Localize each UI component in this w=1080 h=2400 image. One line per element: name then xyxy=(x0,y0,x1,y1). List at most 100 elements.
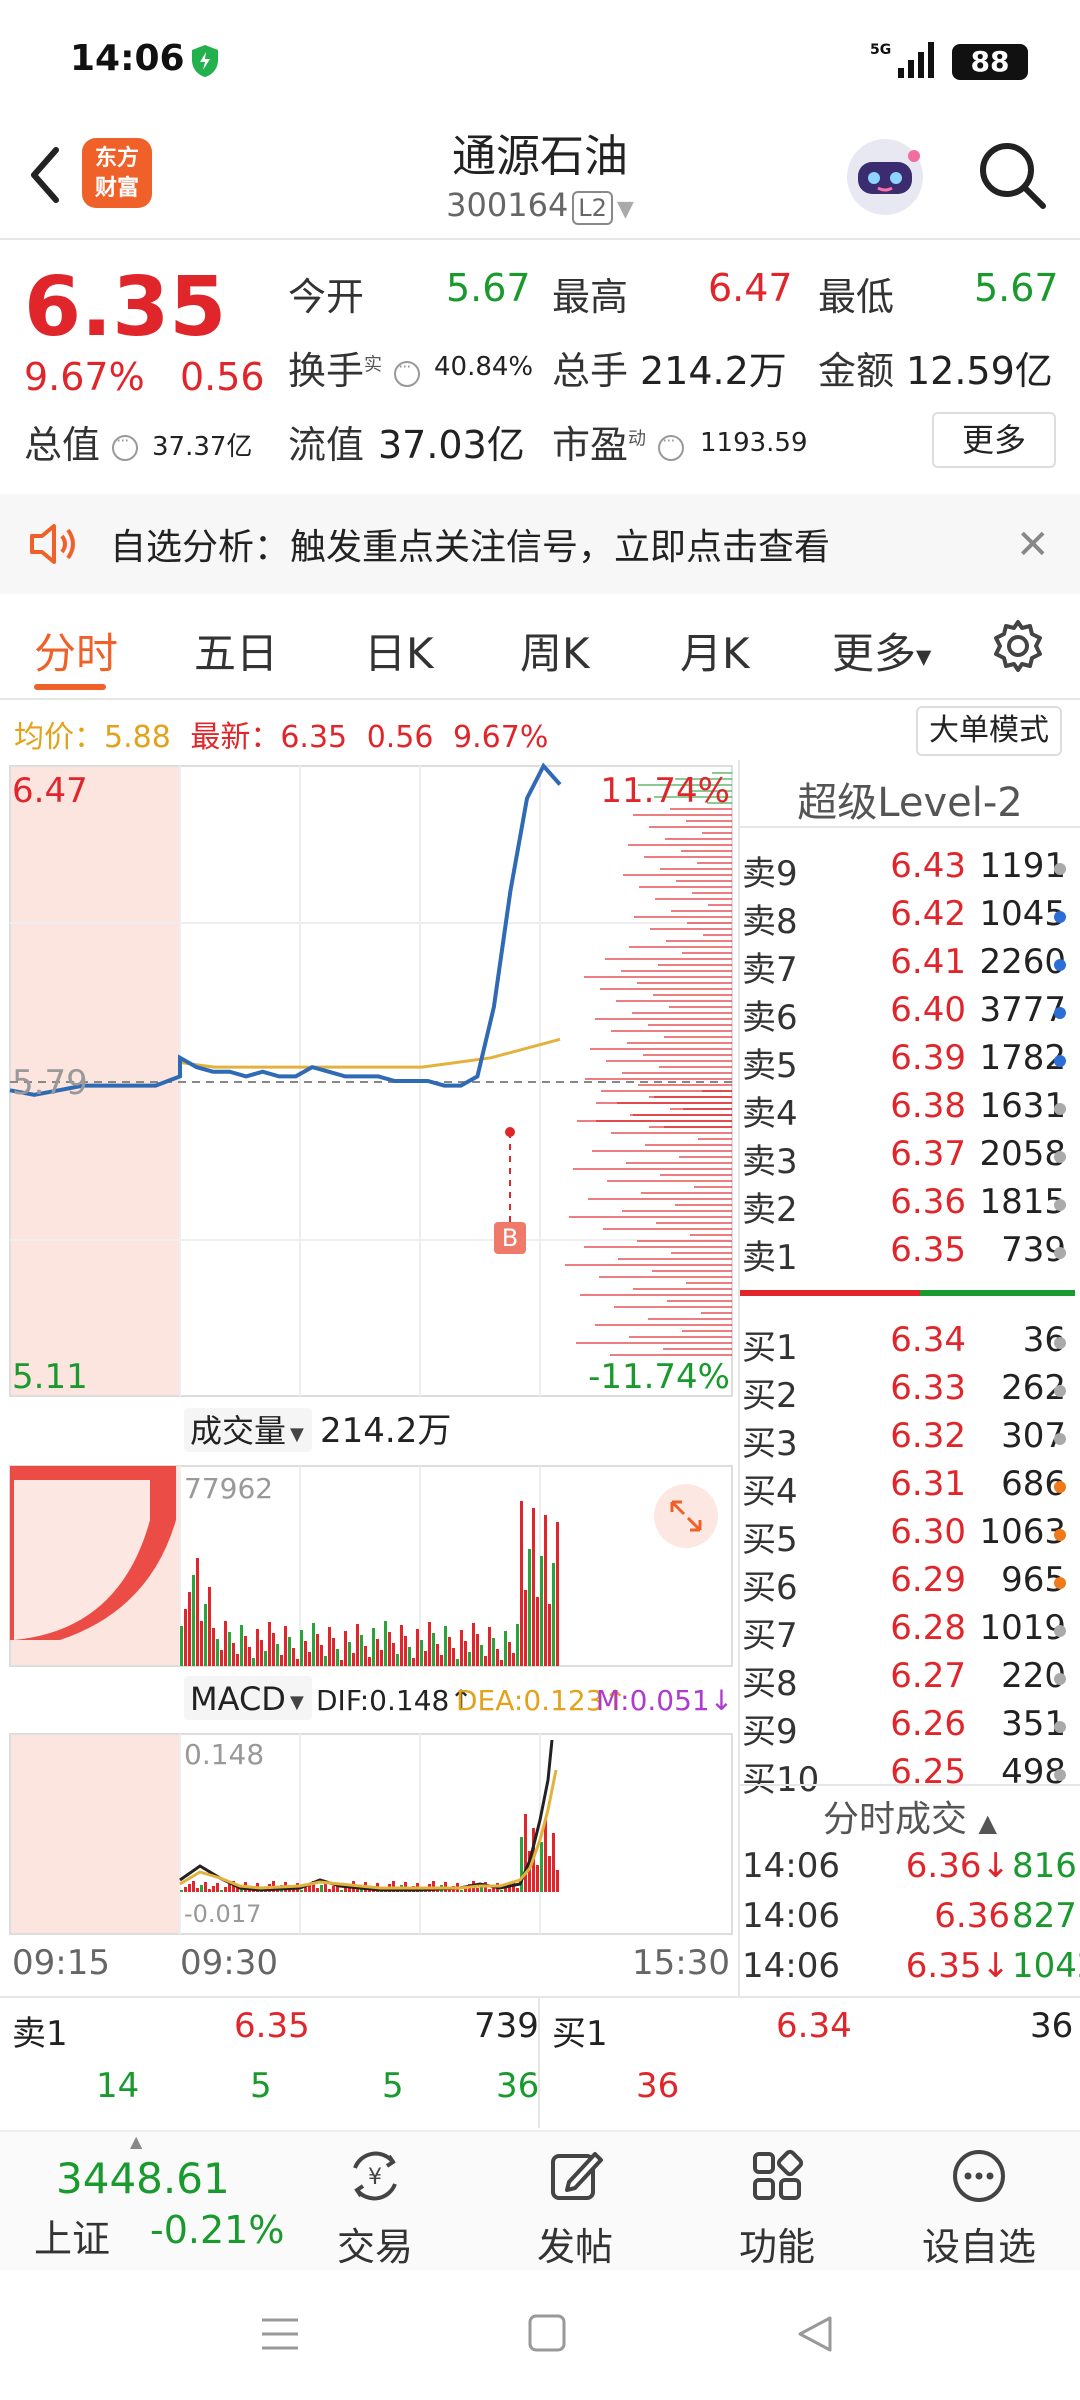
amount-value: 12.59亿 xyxy=(906,349,1053,393)
buy-level-row[interactable]: 买1 6.34 36 xyxy=(740,1320,1080,1368)
depth-bar xyxy=(648,1024,732,1026)
depth-bar xyxy=(634,916,732,918)
sell-level-row[interactable]: 卖3 6.37 2058 xyxy=(740,1134,1080,1182)
depth-bar xyxy=(599,1276,732,1278)
macd-bar xyxy=(340,1890,343,1892)
depth-bar xyxy=(633,814,732,816)
more-button[interactable]: 更多 xyxy=(932,412,1056,468)
tab-weekly-k[interactable]: 周K xyxy=(520,620,590,681)
depth-bar xyxy=(595,1018,732,1020)
sell-level-volume: 1191 xyxy=(979,846,1066,886)
back-icon[interactable] xyxy=(20,140,70,210)
sell-level-row[interactable]: 卖7 6.41 2260 xyxy=(740,942,1080,990)
volume-bar xyxy=(320,1645,323,1666)
functions-label: 功能 xyxy=(738,2225,815,2269)
strip-buy-label: 买1 xyxy=(552,2014,608,2054)
high-value: 6.47 xyxy=(708,266,793,310)
index-value[interactable]: 3448.61 xyxy=(56,2154,230,2203)
buy-level-row[interactable]: 买2 6.33 262 xyxy=(740,1368,1080,1416)
volume-bar xyxy=(244,1636,247,1666)
post-button[interactable]: 发帖 xyxy=(500,2146,650,2271)
buy-marker-label: B xyxy=(502,1224,518,1252)
index-change[interactable]: -0.21% xyxy=(150,2208,284,2252)
stock-code-row[interactable]: 300164 L2 ▼ xyxy=(340,186,740,225)
order-dot-icon xyxy=(1054,959,1066,971)
depth-bar xyxy=(655,898,732,900)
signal-icon: 5G xyxy=(870,42,934,78)
tick-time: 14:06 xyxy=(742,1846,840,1886)
index-name[interactable]: 上证 xyxy=(34,2208,110,2263)
depth-bar xyxy=(658,964,732,966)
buy-level-row[interactable]: 买7 6.28 1019 xyxy=(740,1608,1080,1656)
close-icon[interactable]: ✕ xyxy=(1016,522,1050,568)
tab-more[interactable]: 更多▼ xyxy=(832,620,931,681)
volume-bar xyxy=(456,1659,459,1666)
depth-bar xyxy=(676,880,732,882)
robot-assistant-icon[interactable] xyxy=(840,132,930,222)
chevron-down-icon: ▼ xyxy=(290,1424,304,1445)
macd-bar xyxy=(476,1888,479,1892)
add-watchlist-button[interactable]: 设自选 xyxy=(904,2146,1054,2271)
sell-level-row[interactable]: 卖5 6.39 1782 xyxy=(740,1038,1080,1086)
volume-bar xyxy=(200,1621,203,1666)
trade-button[interactable]: ¥ 交易 xyxy=(300,2146,450,2271)
tab-five-day[interactable]: 五日 xyxy=(194,620,278,681)
macd-bar xyxy=(556,1870,559,1892)
macd-bar xyxy=(328,1889,331,1892)
sell-level-row[interactable]: 卖1 6.35 739 xyxy=(740,1230,1080,1278)
info-icon[interactable] xyxy=(658,431,685,461)
tick-trades-title[interactable]: 分时成交 ▲ xyxy=(740,1790,1080,1842)
buy-level-row[interactable]: 买9 6.26 351 xyxy=(740,1704,1080,1752)
depth-bar xyxy=(576,1342,732,1344)
volume-bar xyxy=(276,1644,279,1666)
search-icon[interactable] xyxy=(975,138,1049,212)
depth-bar xyxy=(621,970,732,972)
volume-bar xyxy=(436,1644,439,1666)
buy-level-row[interactable]: 买4 6.31 686 xyxy=(740,1464,1080,1512)
volume-bar xyxy=(396,1654,399,1666)
sell-level-row[interactable]: 卖2 6.36 1815 xyxy=(740,1182,1080,1230)
gear-icon[interactable] xyxy=(990,618,1046,674)
speaker-icon xyxy=(30,524,75,564)
volume-bar xyxy=(484,1656,487,1666)
price-axis-min: 5.11 xyxy=(12,1357,88,1397)
tab-monthly-k[interactable]: 月K xyxy=(680,620,750,681)
sell-level-row[interactable]: 卖4 6.38 1631 xyxy=(740,1086,1080,1134)
buy-level-label: 买3 xyxy=(742,1424,798,1464)
functions-button[interactable]: 功能 xyxy=(702,2146,852,2271)
depth-bar xyxy=(622,1210,732,1212)
sell-level-row[interactable]: 卖9 6.43 1191 xyxy=(740,846,1080,894)
tab-daily-k[interactable]: 日K xyxy=(364,620,434,681)
sell-level-row[interactable]: 卖6 6.40 3777 xyxy=(740,990,1080,1038)
volume-bar xyxy=(532,1508,535,1666)
big-order-mode-button[interactable]: 大单模式 xyxy=(916,706,1062,756)
sell-level-row[interactable]: 卖8 6.42 1045 xyxy=(740,894,1080,942)
trade-icon: ¥ xyxy=(353,2151,397,2201)
macd-bar xyxy=(188,1884,191,1892)
svg-text:¥: ¥ xyxy=(368,2165,382,2190)
depth-bar xyxy=(648,1318,732,1320)
buy-level-row[interactable]: 买5 6.30 1063 xyxy=(740,1512,1080,1560)
buy-level-row[interactable]: 买8 6.27 220 xyxy=(740,1656,1080,1704)
volume-bar xyxy=(220,1650,223,1666)
volume-bar xyxy=(336,1649,339,1666)
depth-bar xyxy=(596,1102,732,1104)
divider xyxy=(740,826,1080,828)
info-icon[interactable] xyxy=(112,431,139,461)
intraday-summary: 均价：5.88 最新：6.35 0.56 9.67% xyxy=(14,720,549,755)
depth-bar xyxy=(632,1012,732,1014)
volume-bar xyxy=(260,1640,263,1666)
level2-title[interactable]: 超级Level-2 xyxy=(740,770,1080,828)
divider xyxy=(538,1998,540,2128)
order-dot-icon xyxy=(1054,1673,1066,1685)
depth-bar xyxy=(629,946,732,948)
volume-bar xyxy=(536,1597,539,1666)
depth-bar xyxy=(679,1156,732,1158)
volume-bar xyxy=(524,1590,527,1666)
intraday-chart[interactable]: B 6.47 11.74% 5.79 5.11 -11.74% 成交量 ▼ 21… xyxy=(0,760,740,2000)
buy-level-row[interactable]: 买3 6.32 307 xyxy=(740,1416,1080,1464)
tab-intraday[interactable]: 分时 xyxy=(34,620,118,681)
info-icon[interactable] xyxy=(394,357,421,387)
analysis-banner[interactable]: 自选分析：触发重点关注信号，立即点击查看 ✕ xyxy=(0,494,1080,594)
buy-level-row[interactable]: 买6 6.29 965 xyxy=(740,1560,1080,1608)
